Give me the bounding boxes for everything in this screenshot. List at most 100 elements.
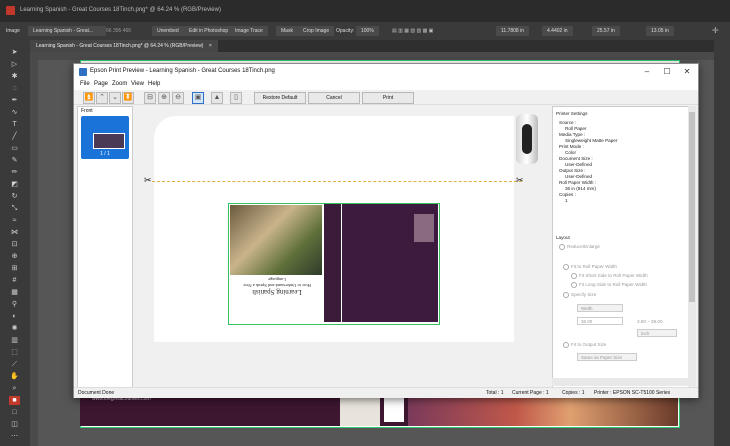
type-tool-icon[interactable]: T	[9, 120, 20, 129]
unembed-button[interactable]: Unembed	[152, 26, 184, 36]
epson-app-icon	[79, 68, 87, 76]
restore-default-button[interactable]: Restore Default	[254, 92, 306, 104]
gradient-tool-icon[interactable]: ▦	[9, 288, 20, 297]
symbol-sprayer-tool-icon[interactable]: ✺	[9, 324, 20, 333]
menu-view[interactable]: View	[131, 81, 144, 87]
book-cover-title: Learning Spanish How to Understand and S…	[234, 276, 320, 296]
roll-paper-width-value: 36 in (914 mm)	[565, 186, 596, 191]
image-label: Image	[6, 28, 20, 34]
page-thumbnail-image	[93, 133, 125, 149]
y-coordinate-input[interactable]: 4.4402 in	[542, 26, 573, 36]
layout-view-icon[interactable]: ▣	[192, 92, 204, 104]
shape-builder-tool-icon[interactable]: ⊕	[9, 252, 20, 261]
page-view-icon[interactable]: ▯	[230, 92, 242, 104]
eyedropper-tool-icon[interactable]: ⚲	[9, 300, 20, 309]
next-page-icon[interactable]: ⌄	[109, 92, 121, 104]
blend-tool-icon[interactable]: ◐	[9, 312, 20, 321]
artboard-tool-icon[interactable]: ⬚	[9, 348, 20, 357]
print-mode-value: Color	[565, 150, 576, 155]
page-thumbnail[interactable]: 1 / 1	[81, 116, 129, 159]
edit-in-photoshop-button[interactable]: Edit in Photoshop	[184, 26, 234, 36]
pen-tool-icon[interactable]: ✒	[9, 96, 20, 105]
epson-print-preview-dialog: Epson Print Preview - Learning Spanish -…	[73, 63, 699, 398]
unit-select[interactable]: inch	[637, 329, 677, 337]
size-value-input[interactable]: 36.00	[577, 317, 623, 325]
output-size-label: Output Size :	[559, 168, 586, 173]
slice-tool-icon[interactable]: ⟋	[9, 360, 20, 369]
fill-color-icon[interactable]: ■	[9, 396, 20, 405]
hand-tool-icon[interactable]: ✋	[9, 372, 20, 381]
document-tab-close-icon[interactable]: ×	[209, 43, 212, 49]
drawing-mode-icon[interactable]: ◫	[9, 420, 20, 429]
scale-tool-icon[interactable]: ⤡	[9, 204, 20, 213]
paintbrush-tool-icon[interactable]: ✎	[9, 156, 20, 165]
x-coordinate-input[interactable]: 11.7808 in	[496, 26, 529, 36]
menu-help[interactable]: Help	[148, 81, 160, 87]
direct-selection-tool-icon[interactable]: ▷	[9, 60, 20, 69]
zoom-tool-icon[interactable]: ⌕	[9, 384, 20, 393]
menu-file[interactable]: File	[80, 81, 90, 87]
settings-scroll-thumb[interactable]	[689, 112, 695, 302]
stroke-color-icon[interactable]: □	[9, 408, 20, 417]
previous-page-icon[interactable]: ⌃	[96, 92, 108, 104]
zoom-out-icon[interactable]: ⊖	[172, 92, 184, 104]
cancel-button[interactable]: Cancel	[308, 92, 360, 104]
opacity-input[interactable]: 100%	[356, 26, 379, 36]
printer-settings-heading: Printer Settings	[556, 111, 588, 116]
settings-horizontal-scrollbar[interactable]	[552, 378, 688, 386]
width-input[interactable]: 25.57 in	[592, 26, 620, 36]
maximize-button[interactable]: ☐	[660, 66, 674, 78]
width-tool-icon[interactable]: ⋈	[9, 228, 20, 237]
zoom-fit-icon[interactable]: ⊟	[144, 92, 156, 104]
reduce-enlarge-checkbox[interactable]	[559, 244, 565, 250]
photoshop-window-title: Learning Spanish - Great Courses 18Tinch…	[20, 7, 221, 13]
width-height-select[interactable]: Width	[577, 304, 623, 312]
specify-size-radio[interactable]	[563, 292, 569, 298]
free-transform-tool-icon[interactable]: ⊡	[9, 240, 20, 249]
minimize-button[interactable]: –	[640, 66, 654, 78]
graph-tool-icon[interactable]: ▥	[9, 336, 20, 345]
lasso-tool-icon[interactable]: ◌	[9, 84, 20, 93]
crop-image-button[interactable]: Crop Image	[298, 26, 335, 36]
reduce-enlarge-label: Reduce/Enlarge	[567, 244, 600, 249]
perspective-grid-tool-icon[interactable]: ⊞	[9, 264, 20, 273]
menu-page[interactable]: Page	[94, 81, 108, 87]
image-name-dropdown[interactable]: Learning Spanish - Great...	[28, 26, 106, 36]
eraser-tool-icon[interactable]: ◩	[9, 180, 20, 189]
line-tool-icon[interactable]: ╱	[9, 132, 20, 141]
image-view-icon[interactable]: ▲	[211, 92, 223, 104]
rectangle-tool-icon[interactable]: ▭	[9, 144, 20, 153]
mesh-tool-icon[interactable]: #	[9, 276, 20, 285]
menu-zoom[interactable]: Zoom	[112, 81, 127, 87]
mask-button[interactable]: Mask	[276, 26, 298, 36]
printer-status: Printer : EPSON SC-T5100 Series	[594, 390, 671, 396]
settings-panel: Printer Settings Source : Roll Paper Med…	[552, 106, 690, 388]
fit-output-size-radio[interactable]	[563, 342, 569, 348]
print-button[interactable]: Print	[362, 92, 414, 104]
roll-paper-width-label: Roll Paper Width :	[559, 180, 597, 185]
fit-long-side-radio[interactable]	[571, 282, 577, 288]
zoom-in-icon[interactable]: ⊕	[158, 92, 170, 104]
warp-tool-icon[interactable]: ≈	[9, 216, 20, 225]
curvature-tool-icon[interactable]: ∿	[9, 108, 20, 117]
first-page-icon[interactable]: ⏫	[83, 92, 95, 104]
document-tab[interactable]: Learning Spanish - Great Courses 18Tinch…	[30, 40, 218, 52]
document-size-value: User-Defined	[565, 162, 593, 167]
fit-roll-width-radio[interactable]	[563, 264, 569, 270]
output-size-select[interactable]: Same as Paper Size	[577, 353, 637, 361]
more-tools-icon[interactable]: ⋯	[9, 432, 20, 441]
close-button[interactable]: ✕	[680, 66, 694, 78]
fit-short-side-label: Fit Short Side to Roll Paper Width	[579, 273, 648, 278]
fit-short-side-radio[interactable]	[571, 273, 577, 279]
move-tool-icon[interactable]: ➤	[9, 48, 20, 57]
rotate-tool-icon[interactable]: ↻	[9, 192, 20, 201]
front-label: Front	[81, 108, 93, 114]
paper-roll-core	[522, 124, 532, 154]
magic-wand-tool-icon[interactable]: ✱	[9, 72, 20, 81]
transform-icon[interactable]: ✛	[712, 26, 719, 36]
height-input[interactable]: 13.05 in	[646, 26, 674, 36]
pencil-tool-icon[interactable]: ✏	[9, 168, 20, 177]
image-trace-button[interactable]: Image Trace	[230, 26, 268, 36]
last-page-icon[interactable]: ⏬	[122, 92, 134, 104]
align-icons[interactable]: ▤ ▥ ▦ ▧ ▨ ▩ ▣	[392, 26, 433, 36]
